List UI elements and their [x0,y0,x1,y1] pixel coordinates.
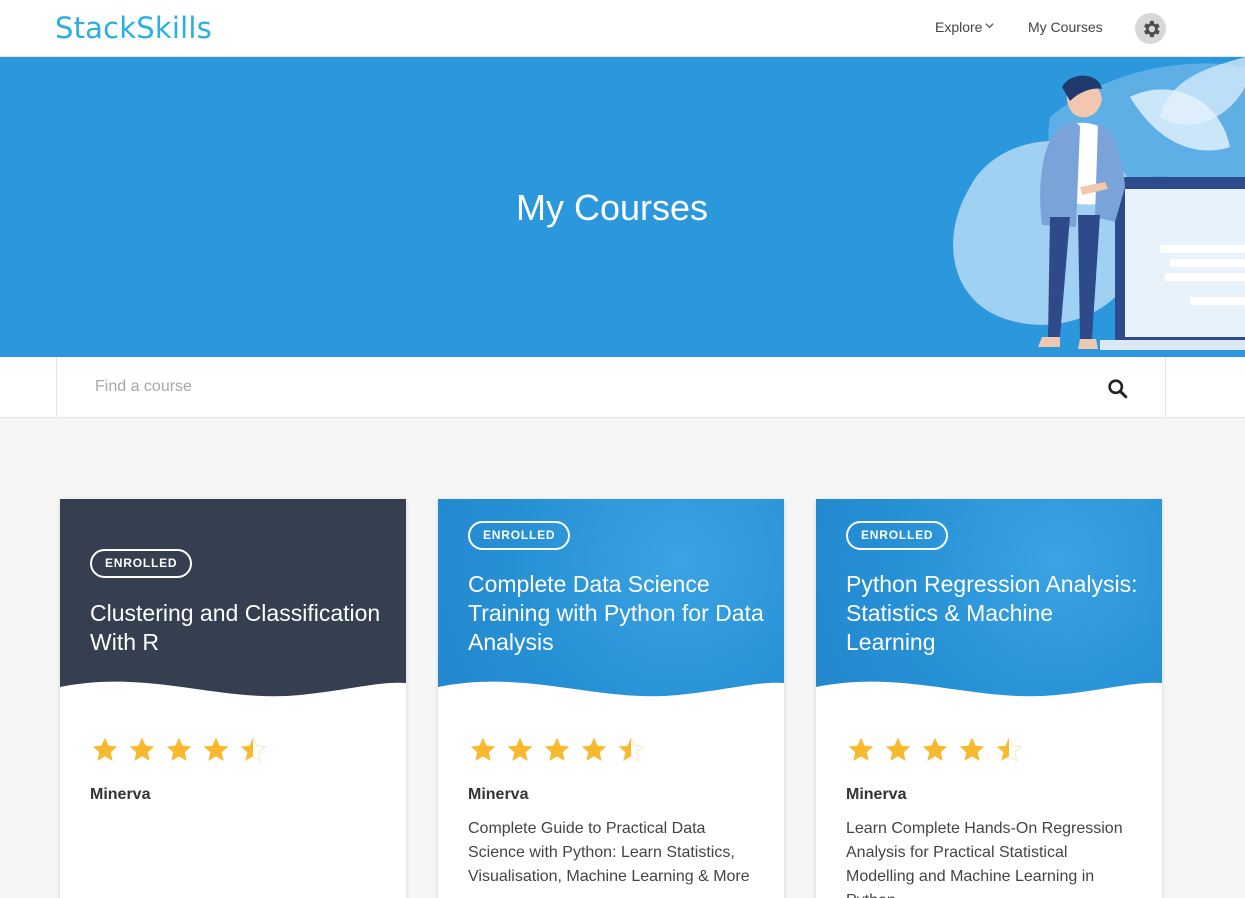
top-navbar: StackSkills Explore My Courses [0,0,1245,57]
star-full-icon [470,737,496,761]
enrolled-badge: ENROLLED [846,521,949,550]
search-button[interactable] [1102,373,1132,403]
search-icon [1107,378,1127,398]
gear-icon [1143,20,1160,37]
person-illustration [953,57,1245,350]
course-author: Minerva [846,786,907,803]
wave-divider [60,681,406,703]
logo[interactable]: StackSkills [55,11,212,45]
star-full-icon [507,737,533,761]
search-input[interactable] [95,374,995,400]
course-author: Minerva [468,786,529,803]
enrolled-badge: ENROLLED [90,549,193,578]
star-full-icon [581,737,607,761]
course-card-clustering[interactable]: ENROLLED Clustering and Classification W… [60,499,406,898]
star-full-icon [92,737,118,761]
card-header: ENROLLED Clustering and Classification W… [60,499,406,703]
nav-my-courses[interactable]: My Courses [1028,19,1103,35]
star-full-icon [166,737,192,761]
course-card-data-science[interactable]: ENROLLED Complete Data Science Training … [438,499,784,898]
course-title: Python Regression Analysis: Statistics &… [846,571,1138,655]
card-header: ENROLLED Python Regression Analysis: Sta… [816,499,1162,703]
star-full-icon [129,737,155,761]
course-title: Clustering and Classification With R [90,600,381,655]
nav-explore-label: Explore [935,19,983,35]
course-description: Complete Guide to Practical Data Science… [468,820,750,885]
search-bar [0,357,1245,418]
course-description: Learn Complete Hands-On Regression Analy… [846,820,1123,898]
course-title: Complete Data Science Training with Pyth… [468,571,764,655]
star-half-icon [995,736,1023,762]
chevron-down-icon [985,23,995,29]
card-header: ENROLLED Complete Data Science Training … [438,499,784,703]
search-container [56,357,1166,418]
star-full-icon [922,737,948,761]
enrolled-badge: ENROLLED [468,521,571,550]
star-full-icon [848,737,874,761]
star-rating [846,736,1024,764]
star-half-icon [239,736,267,762]
course-card-regression[interactable]: ENROLLED Python Regression Analysis: Sta… [816,499,1162,898]
star-rating [90,736,268,764]
star-full-icon [203,737,229,761]
star-rating [468,736,646,764]
star-full-icon [959,737,985,761]
avatar[interactable] [1135,13,1166,44]
nav-explore[interactable]: Explore [935,19,995,35]
wave-divider [816,681,1162,703]
star-full-icon [544,737,570,761]
course-author: Minerva [90,786,151,803]
wave-divider [438,681,784,703]
star-full-icon [885,737,911,761]
star-half-icon [617,736,645,762]
hero-banner: My Courses [0,57,1245,357]
